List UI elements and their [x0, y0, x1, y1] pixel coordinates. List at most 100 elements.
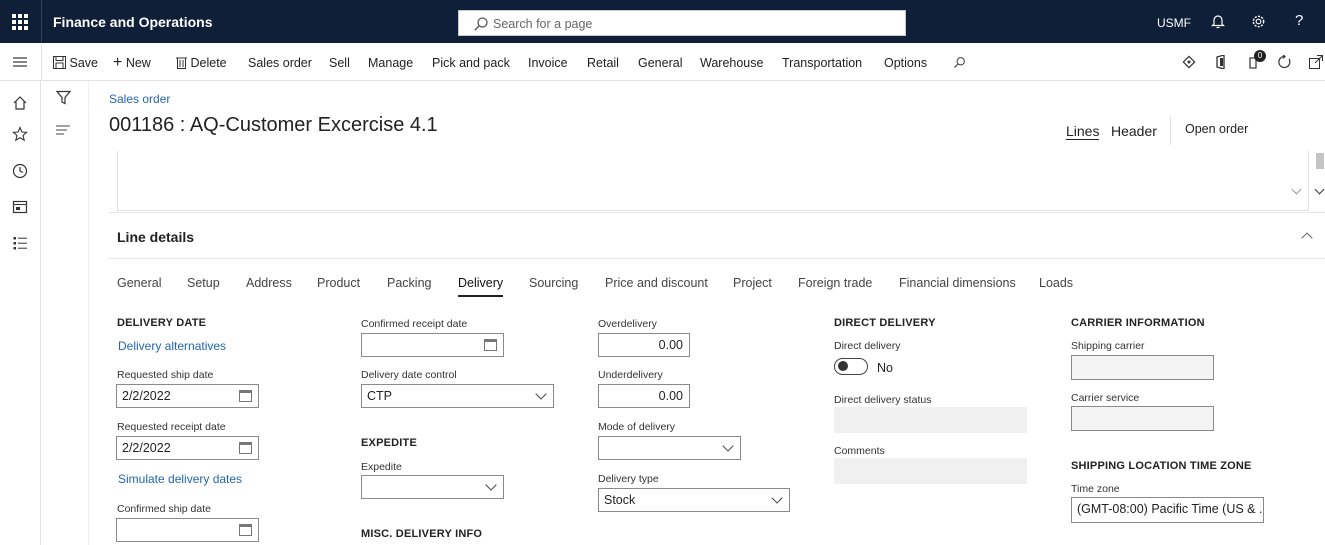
diamond-icon[interactable]	[1182, 55, 1196, 69]
modules-list-icon[interactable]	[12, 235, 28, 251]
delivery-type-select[interactable]: Stock	[598, 488, 790, 512]
hamburger-menu-icon[interactable]	[13, 56, 27, 68]
tab-delivery[interactable]: Delivery	[458, 276, 504, 297]
workspace-icon[interactable]	[12, 199, 28, 215]
open-order-status: Open order	[1185, 122, 1249, 136]
company-selector[interactable]: USMF	[1157, 16, 1191, 30]
delete-label: Delete	[190, 56, 227, 70]
confirmed-receipt-date-field[interactable]	[361, 333, 504, 357]
direct-delivery-status-label: Direct delivery status	[834, 394, 932, 406]
view-tab-header[interactable]: Header	[1111, 123, 1157, 139]
direct-delivery-status-field	[834, 407, 1027, 433]
divider	[41, 43, 42, 81]
underdelivery-label: Underdelivery	[598, 369, 663, 381]
tab-general[interactable]: General	[638, 56, 682, 70]
expedite-select[interactable]	[361, 475, 504, 499]
app-title[interactable]: Finance and Operations	[53, 14, 212, 30]
app-launcher-icon[interactable]	[12, 14, 28, 30]
tab-address[interactable]: Address	[246, 276, 292, 290]
shipping-location-time-zone-group-title: SHIPPING LOCATION TIME ZONE	[1071, 460, 1252, 472]
sales-lines-grid[interactable]	[117, 151, 1309, 211]
shipping-carrier-field[interactable]	[1071, 355, 1214, 380]
page-title: 001186 : AQ-Customer Excercise 4.1	[109, 114, 438, 136]
open-in-new-window-icon[interactable]	[1309, 55, 1323, 69]
refresh-icon[interactable]	[1278, 55, 1292, 69]
calendar-icon[interactable]	[239, 524, 252, 536]
requested-receipt-date-label: Requested receipt date	[117, 421, 226, 433]
calendar-icon[interactable]	[239, 442, 252, 454]
tab-options[interactable]: Options	[884, 56, 927, 70]
carrier-information-group-title: CARRIER INFORMATION	[1071, 317, 1205, 329]
delete-button[interactable]: Delete	[176, 56, 227, 70]
requested-ship-date-value: 2/2/2022	[122, 389, 171, 403]
star-icon[interactable]	[12, 126, 28, 142]
tab-sell[interactable]: Sell	[329, 56, 350, 70]
home-icon[interactable]	[12, 95, 28, 111]
filter-icon[interactable]	[56, 90, 71, 105]
tab-sales-order[interactable]: Sales order	[248, 56, 312, 70]
underdelivery-field[interactable]: 0.00	[598, 384, 690, 408]
tab-transportation[interactable]: Transportation	[782, 56, 862, 70]
mode-of-delivery-select[interactable]	[598, 436, 741, 460]
breadcrumb[interactable]: Sales order	[109, 92, 170, 106]
direct-delivery-toggle[interactable]	[834, 358, 868, 375]
office-icon[interactable]	[1216, 55, 1227, 69]
action-pane: Save + New Delete Sales order Sell Manag…	[0, 43, 1325, 81]
delivery-date-control-label: Delivery date control	[361, 369, 457, 381]
direct-delivery-label: Direct delivery	[834, 340, 901, 352]
confirmed-receipt-date-label: Confirmed receipt date	[361, 318, 468, 330]
tab-product[interactable]: Product	[317, 276, 360, 290]
tab-packing[interactable]: Packing	[387, 276, 431, 290]
help-icon[interactable]: ?	[1295, 12, 1303, 29]
tab-price-and-discount[interactable]: Price and discount	[605, 276, 708, 290]
new-label: New	[125, 56, 151, 70]
save-button[interactable]: Save	[53, 56, 98, 70]
tab-financial-dimensions[interactable]: Financial dimensions	[899, 276, 1016, 290]
delivery-alternatives-link[interactable]: Delivery alternatives	[118, 339, 226, 353]
tab-foreign-trade[interactable]: Foreign trade	[798, 276, 872, 290]
new-button[interactable]: + New	[113, 55, 151, 71]
overdelivery-label: Overdelivery	[598, 318, 657, 330]
tab-invoice[interactable]: Invoice	[528, 56, 568, 70]
view-tab-lines[interactable]: Lines	[1066, 123, 1100, 140]
grid-scrollbar-thumb[interactable]	[1316, 153, 1324, 169]
tab-pick-and-pack[interactable]: Pick and pack	[432, 56, 510, 70]
delivery-date-control-select[interactable]: CTP	[361, 384, 554, 408]
tab-retail[interactable]: Retail	[587, 56, 619, 70]
save-label: Save	[69, 56, 98, 70]
simulate-delivery-dates-link[interactable]: Simulate delivery dates	[118, 472, 242, 486]
line-details-header[interactable]: Line details	[117, 229, 194, 245]
tab-manage[interactable]: Manage	[368, 56, 413, 70]
confirmed-ship-date-field[interactable]	[116, 518, 259, 542]
calendar-icon[interactable]	[484, 339, 497, 351]
tab-loads[interactable]: Loads	[1039, 276, 1073, 290]
carrier-service-field[interactable]	[1071, 406, 1214, 431]
search-placeholder: Search for a page	[493, 17, 593, 31]
expedite-label: Expedite	[361, 461, 402, 473]
notification-badge: 0	[1254, 50, 1266, 62]
tab-warehouse[interactable]: Warehouse	[700, 56, 763, 70]
divider	[1170, 117, 1171, 145]
gear-icon[interactable]	[1251, 14, 1266, 29]
overdelivery-field[interactable]: 0.00	[598, 333, 690, 357]
direct-delivery-toggle-value: No	[877, 361, 893, 375]
list-menu-icon[interactable]	[56, 125, 70, 136]
bell-icon[interactable]	[1211, 14, 1225, 29]
search-icon[interactable]	[953, 56, 966, 69]
clock-icon[interactable]	[12, 163, 28, 179]
scroll-down-icon[interactable]	[1314, 184, 1325, 195]
tab-project[interactable]: Project	[733, 276, 772, 290]
tab-sourcing[interactable]: Sourcing	[529, 276, 578, 290]
top-navigation-bar: Finance and Operations Search for a page…	[0, 0, 1325, 43]
chevron-up-icon[interactable]	[1301, 232, 1313, 244]
requested-ship-date-label: Requested ship date	[117, 369, 214, 381]
time-zone-field[interactable]: (GMT-08:00) Pacific Time (US & ...	[1071, 497, 1264, 523]
calendar-icon[interactable]	[239, 390, 252, 402]
search-input[interactable]: Search for a page	[458, 10, 906, 36]
requested-ship-date-field[interactable]: 2/2/2022	[116, 384, 259, 408]
shipping-carrier-label: Shipping carrier	[1071, 340, 1145, 352]
requested-receipt-date-field[interactable]: 2/2/2022	[116, 436, 259, 460]
tab-general[interactable]: General	[117, 276, 161, 290]
comments-field	[834, 458, 1027, 484]
tab-setup[interactable]: Setup	[187, 276, 220, 290]
